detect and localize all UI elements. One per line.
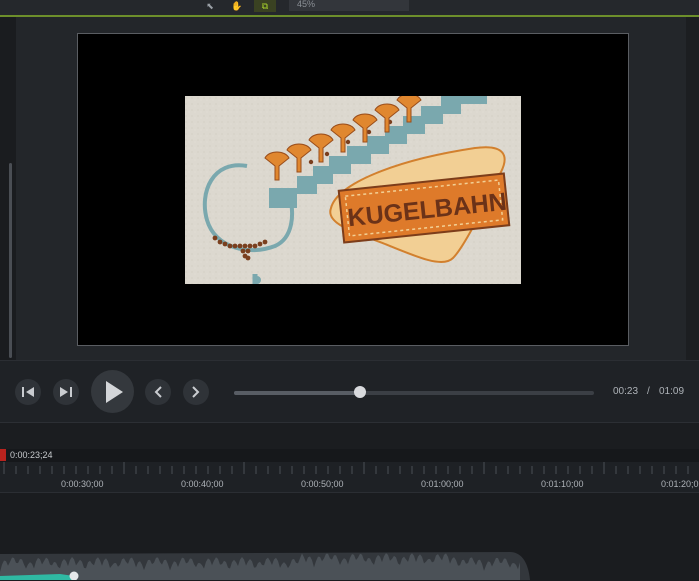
progress-handle[interactable] [354, 386, 366, 398]
pointer-icon: ⬉ [206, 0, 214, 11]
step-forward-icon [60, 387, 72, 397]
zoom-value: 45% [297, 0, 316, 9]
left-panel-scrollbar[interactable] [9, 163, 12, 358]
ruler-label: 0:00:40;00 [181, 479, 224, 489]
zoom-dropdown[interactable]: 45% [289, 0, 409, 11]
next-frame-button[interactable] [53, 379, 79, 405]
right-panel-edge [686, 17, 699, 360]
timeline-ruler-ticks [3, 462, 689, 474]
ruler-label: 0:01:20;0 [661, 479, 699, 489]
step-back-icon [22, 387, 34, 397]
playhead-marker[interactable] [0, 449, 6, 461]
audio-clip[interactable] [0, 546, 699, 580]
ruler-label: 0:00:30;00 [61, 479, 104, 489]
pointer-tool-button[interactable]: ⬉ [199, 0, 221, 12]
play-button[interactable] [91, 370, 134, 413]
chevron-right-icon [192, 386, 200, 398]
video-illustration: KUGELBAHN [185, 96, 521, 284]
video-frame[interactable]: KUGELBAHN [185, 96, 521, 284]
playhead-time: 0:00:23;24 [10, 450, 53, 460]
next-marker-button[interactable] [183, 379, 209, 405]
timeline-ruler[interactable] [0, 474, 699, 492]
progress-fill [234, 391, 360, 395]
crop-icon: ⧉ [261, 0, 269, 11]
previous-marker-button[interactable] [145, 379, 171, 405]
total-time: 01:09 [659, 386, 685, 397]
hand-icon: ✋ [231, 0, 243, 11]
ruler-label: 0:00:50;00 [301, 479, 344, 489]
chevron-left-icon [154, 386, 162, 398]
time-separator: / [647, 386, 650, 397]
ruler-label: 0:01:10;00 [541, 479, 584, 489]
current-time: 00:23 [613, 386, 639, 397]
left-panel [0, 17, 16, 362]
playback-progress-bar[interactable] [234, 391, 594, 395]
play-icon [105, 380, 123, 403]
timeline-toolbar [0, 422, 699, 449]
ruler-label: 0:01:00;00 [421, 479, 464, 489]
previous-frame-button[interactable] [15, 379, 41, 405]
hand-tool-button[interactable]: ✋ [226, 0, 248, 12]
crop-tool-button[interactable]: ⧉ [254, 0, 276, 12]
playhead-bar [0, 449, 699, 462]
